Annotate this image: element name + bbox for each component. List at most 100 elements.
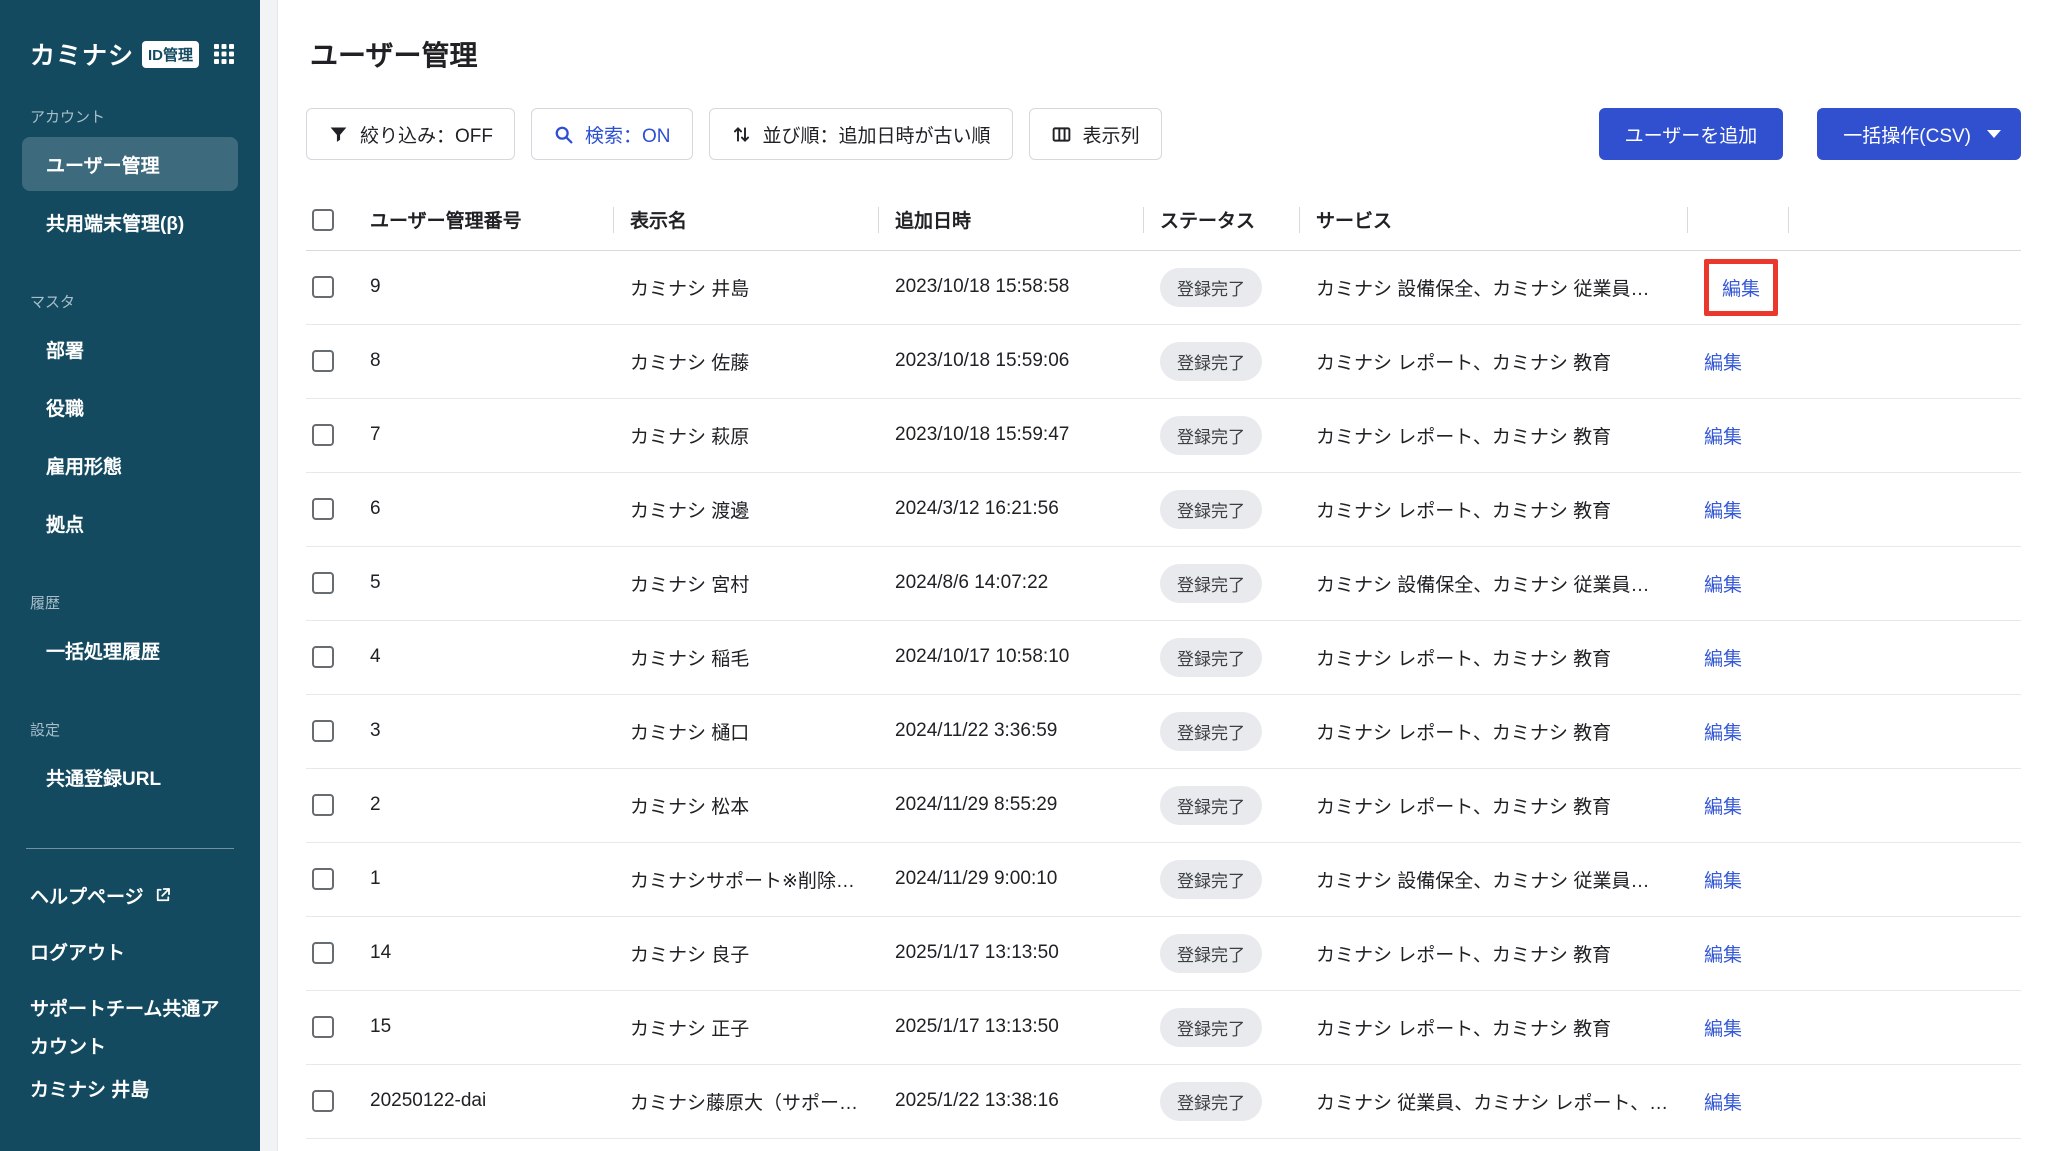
sidebar-item-employment[interactable]: 雇用形態 xyxy=(22,438,238,492)
status-badge: 登録完了 xyxy=(1160,860,1262,899)
sidebar-item-bulk-history[interactable]: 一括処理履歴 xyxy=(22,623,238,677)
cell-user-id: 7 xyxy=(354,398,614,472)
sidebar-section-history: 履歴 xyxy=(0,592,260,613)
cell-blank xyxy=(1789,842,2021,916)
sidebar-item-department[interactable]: 部署 xyxy=(22,322,238,376)
filter-button-label: 絞り込み：OFF xyxy=(360,121,493,148)
display-columns-button[interactable]: 表示列 xyxy=(1029,108,1162,160)
cell-edit: 編集 xyxy=(1688,620,1789,694)
edit-link[interactable]: 編集 xyxy=(1722,274,1760,301)
cell-display-name: カミナシ 樋口 xyxy=(614,694,879,768)
cell-status: 登録完了 xyxy=(1144,842,1300,916)
arrows-up-down-icon xyxy=(731,124,752,145)
row-checkbox[interactable] xyxy=(312,572,334,594)
cell-edit: 編集 xyxy=(1688,324,1789,398)
edit-link-box: 編集 xyxy=(1704,718,1742,745)
status-badge: 登録完了 xyxy=(1160,638,1262,677)
header-display-name: 表示名 xyxy=(614,190,879,250)
cell-blank xyxy=(1789,694,2021,768)
sidebar-scrollbar-gutter[interactable] xyxy=(260,0,278,1151)
table-row: 4 カミナシ 稲毛 2024/10/17 10:58:10 登録完了 カミナシ … xyxy=(306,620,2021,694)
cell-added-datetime: 2024/11/22 3:36:59 xyxy=(879,694,1144,768)
sidebar-item-shared-device[interactable]: 共用端末管理(β) xyxy=(22,195,238,249)
cell-blank xyxy=(1789,472,2021,546)
table-columns-icon xyxy=(1051,124,1072,145)
select-all-checkbox[interactable] xyxy=(312,209,334,231)
edit-link-box: 編集 xyxy=(1704,866,1742,893)
edit-link[interactable]: 編集 xyxy=(1704,718,1742,745)
filter-button[interactable]: 絞り込み：OFF xyxy=(306,108,515,160)
sidebar-item-user-management[interactable]: ユーザー管理 xyxy=(22,137,238,191)
cell-services: カミナシ レポート、カミナシ 教育 xyxy=(1300,324,1688,398)
bulk-operation-csv-button[interactable]: 一括操作(CSV) xyxy=(1817,108,2021,160)
cell-user-id: 3 xyxy=(354,694,614,768)
external-link-icon xyxy=(154,886,172,904)
search-button[interactable]: 検索：ON xyxy=(531,108,693,160)
row-checkbox[interactable] xyxy=(312,942,334,964)
cell-services: カミナシ レポート、カミナシ 教育 xyxy=(1300,990,1688,1064)
cell-blank xyxy=(1789,916,2021,990)
row-checkbox[interactable] xyxy=(312,350,334,372)
edit-link[interactable]: 編集 xyxy=(1704,1014,1742,1041)
sidebar-section-account: アカウント xyxy=(0,106,260,127)
sidebar-item-common-url[interactable]: 共通登録URL xyxy=(22,750,238,804)
cell-edit: 編集 xyxy=(1688,250,1789,324)
cell-edit: 編集 xyxy=(1688,768,1789,842)
edit-link[interactable]: 編集 xyxy=(1704,940,1742,967)
add-user-button-label: ユーザーを追加 xyxy=(1625,121,1758,148)
cell-display-name: カミナシ 佐藤 xyxy=(614,324,879,398)
edit-link[interactable]: 編集 xyxy=(1704,496,1742,523)
sidebar-item-position[interactable]: 役職 xyxy=(22,380,238,434)
cell-added-datetime: 2023/10/18 15:59:06 xyxy=(879,324,1144,398)
row-checkbox[interactable] xyxy=(312,1016,334,1038)
sidebar-item-help-page[interactable]: ヘルプページ xyxy=(0,867,260,923)
edit-link[interactable]: 編集 xyxy=(1704,570,1742,597)
table-row: 20250122-dai カミナシ藤原大（サポー… 2025/1/22 13:3… xyxy=(306,1064,2021,1138)
cell-edit: 編集 xyxy=(1688,694,1789,768)
edit-link[interactable]: 編集 xyxy=(1704,644,1742,671)
cell-services: カミナシ 設備保全、カミナシ 従業員… xyxy=(1300,842,1688,916)
row-checkbox[interactable] xyxy=(312,646,334,668)
sort-order-button[interactable]: 並び順：追加日時が古い順 xyxy=(709,108,1013,160)
edit-link-box: 編集 xyxy=(1704,422,1742,449)
edit-link[interactable]: 編集 xyxy=(1704,348,1742,375)
status-badge: 登録完了 xyxy=(1160,268,1262,307)
chevron-down-icon xyxy=(1987,130,2001,138)
edit-link[interactable]: 編集 xyxy=(1704,792,1742,819)
cell-added-datetime: 2023/10/18 15:58:58 xyxy=(879,250,1144,324)
cell-services: カミナシ レポート、カミナシ 教育 xyxy=(1300,768,1688,842)
cell-status: 登録完了 xyxy=(1144,916,1300,990)
cell-edit: 編集 xyxy=(1688,842,1789,916)
row-checkbox[interactable] xyxy=(312,720,334,742)
row-checkbox[interactable] xyxy=(312,1090,334,1112)
edit-link[interactable]: 編集 xyxy=(1704,422,1742,449)
cell-services: カミナシ 設備保全、カミナシ 従業員… xyxy=(1300,250,1688,324)
edit-link-box: 編集 xyxy=(1704,644,1742,671)
cell-status: 登録完了 xyxy=(1144,1064,1300,1138)
add-user-button[interactable]: ユーザーを追加 xyxy=(1599,108,1784,160)
row-checkbox[interactable] xyxy=(312,276,334,298)
edit-link[interactable]: 編集 xyxy=(1704,1088,1742,1115)
cell-services: カミナシ レポート、カミナシ 教育 xyxy=(1300,472,1688,546)
status-badge: 登録完了 xyxy=(1160,416,1262,455)
apps-grid-icon[interactable] xyxy=(212,42,236,66)
cell-blank xyxy=(1789,1064,2021,1138)
row-checkbox[interactable] xyxy=(312,498,334,520)
cell-blank xyxy=(1789,250,2021,324)
table-row: 9 カミナシ 井島 2023/10/18 15:58:58 登録完了 カミナシ … xyxy=(306,250,2021,324)
cell-edit: 編集 xyxy=(1688,916,1789,990)
cell-edit: 編集 xyxy=(1688,990,1789,1064)
sidebar-item-logout[interactable]: ログアウト xyxy=(0,923,260,979)
cell-services: カミナシ レポート、カミナシ 教育 xyxy=(1300,398,1688,472)
edit-link[interactable]: 編集 xyxy=(1704,866,1742,893)
sidebar-item-location[interactable]: 拠点 xyxy=(22,496,238,550)
cell-user-id: 1 xyxy=(354,842,614,916)
account-name: サポートチーム共通アカウント xyxy=(0,979,260,1067)
cell-display-name: カミナシ 萩原 xyxy=(614,398,879,472)
row-checkbox[interactable] xyxy=(312,868,334,890)
row-checkbox[interactable] xyxy=(312,424,334,446)
cell-status: 登録完了 xyxy=(1144,250,1300,324)
row-checkbox[interactable] xyxy=(312,794,334,816)
cell-display-name: カミナシサポート※削除… xyxy=(614,842,879,916)
cell-display-name: カミナシ 渡邊 xyxy=(614,472,879,546)
